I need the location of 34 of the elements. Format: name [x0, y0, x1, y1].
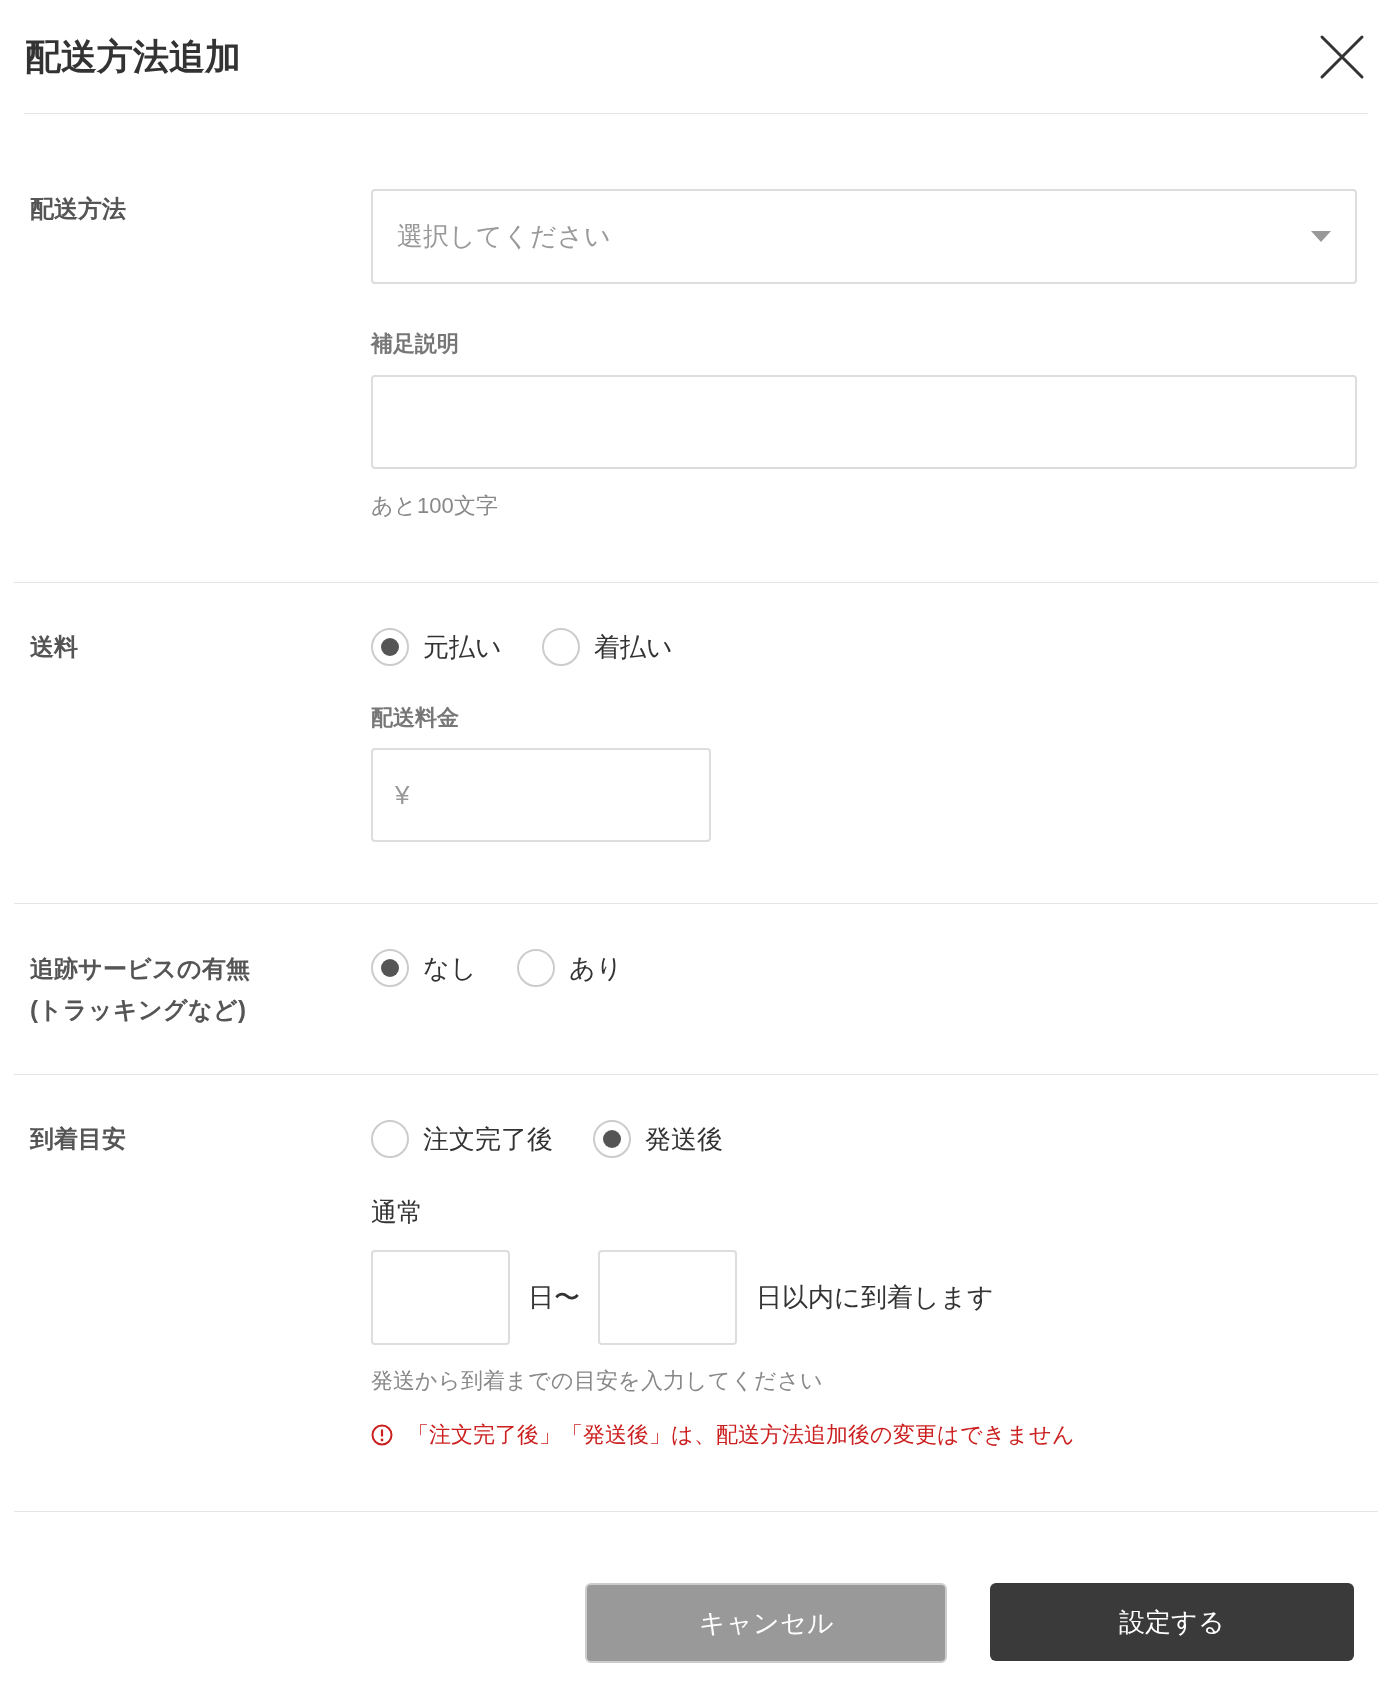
- radio-option[interactable]: 注文完了後: [371, 1120, 553, 1158]
- field-label: (トラッキングなど): [29, 995, 246, 1025]
- days-unit: 日以内に到着します: [756, 1281, 994, 1314]
- radio-option[interactable]: 元払い: [371, 628, 502, 666]
- price-field[interactable]: ¥: [371, 748, 711, 842]
- radio-button[interactable]: [593, 1120, 631, 1158]
- days-unit: 日〜: [528, 1281, 580, 1314]
- submit-button[interactable]: 設定する: [990, 1583, 1354, 1661]
- caret-icon: [1311, 231, 1331, 242]
- note-field[interactable]: [371, 375, 1357, 469]
- field-label: 追跡サービスの有無: [29, 954, 250, 984]
- field-label: 補足説明: [371, 330, 459, 358]
- field-label: 配送方法: [29, 194, 127, 224]
- close-button[interactable]: [1319, 33, 1365, 80]
- warning-icon: [371, 1424, 393, 1446]
- field-label: 通常: [371, 1196, 423, 1228]
- days-field[interactable]: [371, 1250, 510, 1345]
- radio-option[interactable]: なし: [371, 949, 477, 987]
- radio-option[interactable]: 着払い: [542, 628, 673, 666]
- radio-button[interactable]: [517, 949, 555, 987]
- field-label: 配送料金: [371, 704, 459, 732]
- field-label: 到着目安: [28, 1124, 127, 1154]
- character-counter: あと100文字: [371, 492, 498, 520]
- radio-button[interactable]: [371, 1120, 409, 1158]
- days-field[interactable]: [598, 1250, 737, 1345]
- radio-button[interactable]: [371, 949, 409, 987]
- radio-option[interactable]: 発送後: [593, 1120, 723, 1158]
- field-label: 送料: [29, 632, 79, 662]
- radio-button[interactable]: [542, 628, 580, 666]
- radio-option[interactable]: あり: [517, 949, 623, 987]
- radio-button[interactable]: [371, 628, 409, 666]
- dialog-title: 配送方法追加: [25, 38, 241, 75]
- help-text: 発送から到着までの目安を入力してください: [371, 1367, 823, 1395]
- warning-text: 「注文完了後」「発送後」は、配送方法追加後の変更はできません: [407, 1421, 1075, 1449]
